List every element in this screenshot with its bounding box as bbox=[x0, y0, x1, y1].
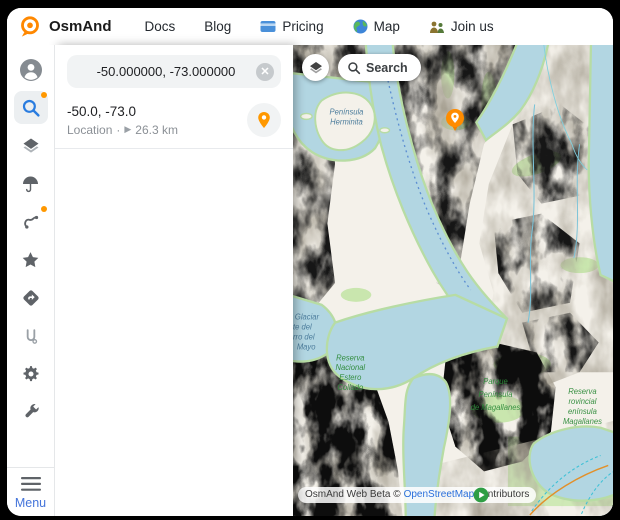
directions-icon bbox=[21, 288, 41, 308]
attribution-prefix: OsmAnd Web Beta © bbox=[305, 489, 401, 500]
search-badge-dot bbox=[41, 92, 47, 98]
search-input[interactable] bbox=[76, 63, 256, 80]
clear-search-icon[interactable]: ✕ bbox=[256, 63, 274, 81]
result-category: Location bbox=[67, 123, 112, 137]
map-search-icon bbox=[347, 61, 361, 75]
sidebar-item-plan-route[interactable] bbox=[14, 319, 48, 352]
svg-text:Nacional: Nacional bbox=[335, 363, 365, 372]
screenshot-frame: OsmAnd Docs Blog Map Pricing Map bbox=[0, 0, 620, 520]
direction-arrow-icon: ▶ bbox=[124, 124, 131, 135]
map-search-button[interactable]: Search bbox=[338, 54, 421, 81]
result-separator: · bbox=[116, 123, 120, 137]
svg-text:enínsula: enínsula bbox=[568, 407, 597, 416]
sidebar-item-tools[interactable] bbox=[14, 395, 48, 428]
map-marker-pin[interactable] bbox=[445, 108, 465, 133]
sidebar-item-navigation[interactable] bbox=[14, 281, 48, 314]
svg-text:te del: te del bbox=[293, 322, 312, 331]
nav-join-us[interactable]: Join us bbox=[429, 19, 494, 34]
nav-docs[interactable]: Docs bbox=[145, 19, 176, 34]
svg-text:Herminita: Herminita bbox=[330, 117, 363, 126]
svg-text:Collado: Collado bbox=[337, 383, 364, 392]
map-controls: Search bbox=[302, 54, 421, 81]
svg-text:Estero: Estero bbox=[339, 373, 362, 382]
track-route-icon bbox=[21, 212, 41, 232]
sidebar-item-search[interactable] bbox=[14, 91, 48, 124]
result-title: -50.0, -73.0 bbox=[67, 104, 247, 119]
menu-label: Menu bbox=[15, 496, 46, 510]
result-distance: 26.3 km bbox=[135, 123, 178, 137]
tracks-badge-dot bbox=[41, 206, 47, 212]
sidebar-icon-rail: Menu bbox=[7, 45, 55, 516]
content-area: Menu ✕ -50.0, -73.0 Location · ▶ bbox=[7, 45, 613, 516]
layers-icon bbox=[21, 136, 41, 156]
search-box: ✕ bbox=[67, 55, 281, 88]
wrench-icon bbox=[21, 402, 41, 422]
location-pin-icon bbox=[256, 111, 272, 129]
map-layers-button[interactable] bbox=[302, 54, 329, 81]
svg-text:rro del: rro del bbox=[293, 332, 315, 341]
label-reserva-nacional: Reserva bbox=[336, 353, 365, 362]
search-panel: ✕ -50.0, -73.0 Location · ▶ 26.3 km bbox=[55, 45, 293, 516]
tour-play-button[interactable] bbox=[473, 487, 489, 503]
result-pin-circle bbox=[247, 103, 281, 137]
globe-icon bbox=[353, 19, 368, 34]
brand-title[interactable]: OsmAnd bbox=[49, 18, 112, 35]
svg-text:Península: Península bbox=[479, 390, 514, 399]
sidebar-item-layers[interactable] bbox=[14, 129, 48, 162]
sidebar-item-favorites[interactable] bbox=[14, 243, 48, 276]
svg-text:de Magallanes: de Magallanes bbox=[471, 403, 521, 412]
app-window: OsmAnd Docs Blog Map Pricing Map bbox=[7, 8, 613, 516]
sidebar-menu-button[interactable]: Menu bbox=[7, 467, 54, 516]
star-icon bbox=[20, 250, 41, 270]
map-attribution: OsmAnd Web Beta © OpenStreetMap contribu… bbox=[298, 487, 536, 503]
map-container: Península Herminita Glaciar te del rro d… bbox=[293, 45, 613, 516]
map-layers-icon bbox=[308, 60, 324, 76]
top-navbar: OsmAnd Docs Blog Map Pricing Map bbox=[7, 8, 613, 45]
nav-pricing[interactable]: Map Pricing bbox=[260, 19, 323, 34]
svg-text:Mayo: Mayo bbox=[297, 342, 316, 351]
sidebar-item-tracks[interactable] bbox=[14, 205, 48, 238]
profile-avatar-icon bbox=[19, 58, 43, 82]
svg-text:rovincial: rovincial bbox=[568, 397, 596, 406]
label-peninsula-herminita: Península bbox=[330, 107, 365, 116]
people-icon bbox=[429, 20, 445, 34]
nav-map[interactable]: Map bbox=[353, 19, 400, 34]
pricing-card-icon bbox=[260, 20, 276, 33]
label-glaciar: Glaciar bbox=[295, 313, 320, 322]
sidebar-item-profile[interactable] bbox=[14, 53, 48, 86]
hamburger-menu-icon bbox=[21, 477, 41, 491]
osmand-logo-icon[interactable] bbox=[20, 16, 40, 38]
label-reserva-provincial: Reserva bbox=[568, 387, 597, 396]
gear-icon bbox=[21, 364, 41, 384]
umbrella-icon bbox=[21, 174, 40, 194]
plan-route-icon bbox=[21, 326, 41, 346]
search-result-item[interactable]: -50.0, -73.0 Location · ▶ 26.3 km bbox=[55, 97, 293, 149]
sidebar-item-weather[interactable] bbox=[14, 167, 48, 200]
label-parque-peninsula: Parque bbox=[483, 377, 508, 386]
openstreetmap-link[interactable]: OpenStreetMap bbox=[404, 489, 475, 500]
nav-blog[interactable]: Blog bbox=[204, 19, 231, 34]
search-icon bbox=[21, 98, 41, 118]
sidebar-item-settings[interactable] bbox=[14, 357, 48, 390]
svg-text:Magallanes: Magallanes bbox=[563, 417, 602, 426]
